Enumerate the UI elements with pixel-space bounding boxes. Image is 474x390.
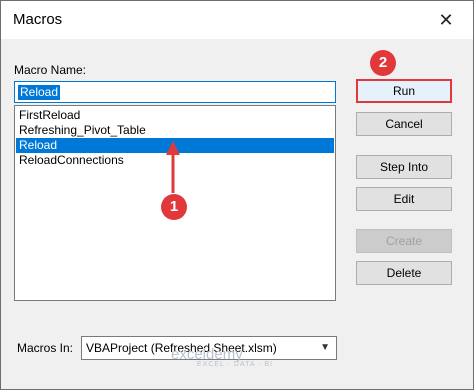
watermark-logo: exceldemy EXCEL · DATA · BI [171,346,273,368]
create-button: Create [356,229,452,253]
watermark-tagline: EXCEL · DATA · BI [197,361,273,368]
edit-button[interactable]: Edit [356,187,452,211]
chevron-down-icon: ▼ [320,342,330,353]
list-item[interactable]: FirstReload [16,108,334,123]
macros-in-label: Macros In: [17,341,74,355]
macro-name-value: Reload [18,85,61,100]
macro-name-label: Macro Name: [14,63,87,77]
window-title: Macros [13,11,63,28]
step-into-button[interactable]: Step Into [356,155,452,179]
cancel-button[interactable]: Cancel [356,112,452,136]
title-bar: Macros ✕ [1,1,473,39]
macros-dialog: Macros ✕ Macro Name: Reload FirstReload … [0,0,474,390]
run-button[interactable]: Run [356,79,452,103]
close-icon[interactable]: ✕ [435,9,457,31]
delete-button[interactable]: Delete [356,261,452,285]
step-2-badge: 2 [370,50,396,76]
step-1-badge: 1 [161,194,187,220]
macro-name-input[interactable]: Reload [14,81,336,103]
